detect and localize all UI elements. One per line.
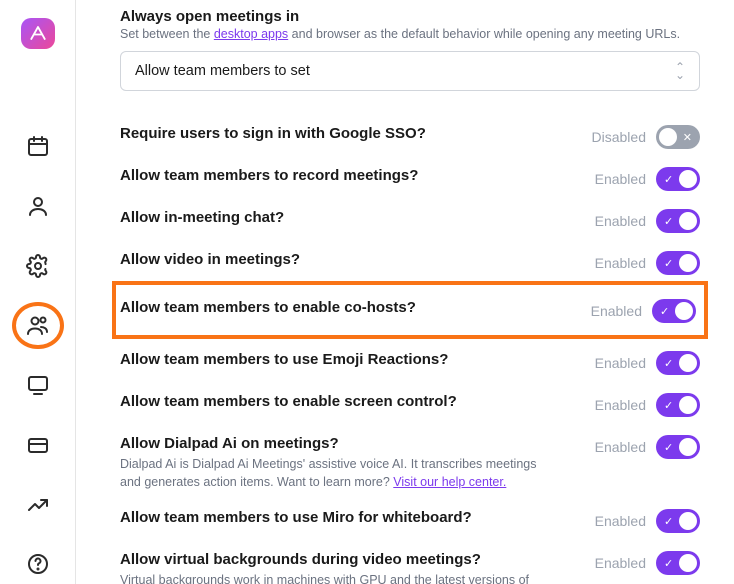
setting-label: Allow team members to enable screen cont… — [120, 391, 579, 412]
toggle-knob — [679, 354, 697, 372]
chevron-updown-icon: ⌃⌄ — [675, 63, 685, 79]
check-icon: ✓ — [664, 173, 673, 186]
user-icon[interactable] — [16, 186, 60, 226]
check-icon: ✓ — [664, 515, 673, 528]
setting-desc-link[interactable]: Visit our help center. — [393, 475, 506, 489]
setting-row: Allow team members to enable screen cont… — [120, 383, 700, 425]
setting-toggle[interactable]: ✓ — [656, 393, 700, 417]
check-icon: ✓ — [664, 441, 673, 454]
open-meetings-select[interactable]: Allow team members to set ⌃⌄ — [120, 51, 700, 91]
setting-toggle[interactable]: ✓ — [656, 509, 700, 533]
check-icon: ✓ — [660, 305, 669, 318]
analytics-icon[interactable] — [16, 485, 60, 525]
setting-row: Require users to sign in with Google SSO… — [120, 115, 700, 157]
setting-toggle[interactable]: ✓ — [656, 251, 700, 275]
setting-toggle[interactable]: ✓ — [652, 299, 696, 323]
calendar-icon[interactable] — [16, 127, 60, 167]
select-value: Allow team members to set — [135, 63, 310, 79]
sidebar — [0, 0, 76, 584]
toggle-knob — [675, 302, 693, 320]
display-icon[interactable] — [16, 365, 60, 405]
desktop-apps-link[interactable]: desktop apps — [214, 27, 288, 41]
setting-state: Enabled — [595, 513, 646, 529]
setting-row: Allow video in meetings? Enabled ✓ — [120, 241, 700, 283]
check-icon: ✓ — [664, 357, 673, 370]
setting-row: Allow Dialpad Ai on meetings?Dialpad Ai … — [120, 425, 700, 499]
setting-toggle[interactable]: ✓ — [656, 551, 700, 575]
check-icon: ✓ — [664, 215, 673, 228]
setting-label: Allow team members to use Emoji Reaction… — [120, 349, 579, 370]
setting-state: Enabled — [591, 303, 642, 319]
check-icon: ✓ — [664, 557, 673, 570]
setting-state: Enabled — [595, 255, 646, 271]
help-icon[interactable] — [16, 544, 60, 584]
app-logo[interactable] — [21, 18, 55, 49]
setting-label: Allow team members to enable co-hosts? — [120, 297, 575, 318]
setting-toggle[interactable]: ✓ — [656, 167, 700, 191]
setting-row: Allow team members to enable co-hosts? En… — [120, 289, 700, 331]
setting-row: Allow team members to use Emoji Reaction… — [120, 341, 700, 383]
section-desc: Set between the desktop apps and browser… — [120, 27, 700, 41]
setting-toggle[interactable]: ✕ — [656, 125, 700, 149]
check-icon: ✓ — [664, 257, 673, 270]
setting-state: Enabled — [595, 397, 646, 413]
card-icon[interactable] — [16, 425, 60, 465]
setting-desc: Dialpad Ai is Dialpad Ai Meetings' assis… — [120, 456, 560, 491]
setting-toggle[interactable]: ✓ — [656, 435, 700, 459]
toggle-knob — [659, 128, 677, 146]
toggle-knob — [679, 512, 697, 530]
setting-state: Enabled — [595, 213, 646, 229]
setting-row: Allow in-meeting chat? Enabled ✓ — [120, 199, 700, 241]
setting-state: Enabled — [595, 171, 646, 187]
setting-row: Allow team members to use Miro for white… — [120, 499, 700, 541]
setting-toggle[interactable]: ✓ — [656, 351, 700, 375]
setting-state: Enabled — [595, 355, 646, 371]
setting-label: Allow virtual backgrounds during video m… — [120, 549, 579, 570]
setting-label: Require users to sign in with Google SSO… — [120, 123, 576, 144]
setting-label: Allow video in meetings? — [120, 249, 579, 270]
x-icon: ✕ — [683, 131, 692, 144]
toggle-knob — [679, 396, 697, 414]
toggle-knob — [679, 438, 697, 456]
section-title: Always open meetings in — [120, 8, 700, 25]
settings-content: Always open meetings in Set between the … — [76, 0, 734, 584]
toggle-knob — [679, 554, 697, 572]
setting-label: Allow Dialpad Ai on meetings? — [120, 433, 579, 454]
setting-desc: Virtual backgrounds work in machines wit… — [120, 572, 560, 584]
users-icon[interactable] — [16, 306, 60, 346]
setting-row: Allow team members to record meetings? En… — [120, 157, 700, 199]
toggle-knob — [679, 254, 697, 272]
setting-label: Allow team members to record meetings? — [120, 165, 579, 186]
toggle-knob — [679, 212, 697, 230]
setting-toggle[interactable]: ✓ — [656, 209, 700, 233]
toggle-knob — [679, 170, 697, 188]
setting-state: Enabled — [595, 555, 646, 571]
check-icon: ✓ — [664, 399, 673, 412]
setting-row: Allow virtual backgrounds during video m… — [120, 541, 700, 584]
setting-state: Enabled — [595, 439, 646, 455]
gear-icon[interactable] — [16, 246, 60, 286]
setting-label: Allow in-meeting chat? — [120, 207, 579, 228]
setting-label: Allow team members to use Miro for white… — [120, 507, 579, 528]
setting-state: Disabled — [592, 129, 646, 145]
